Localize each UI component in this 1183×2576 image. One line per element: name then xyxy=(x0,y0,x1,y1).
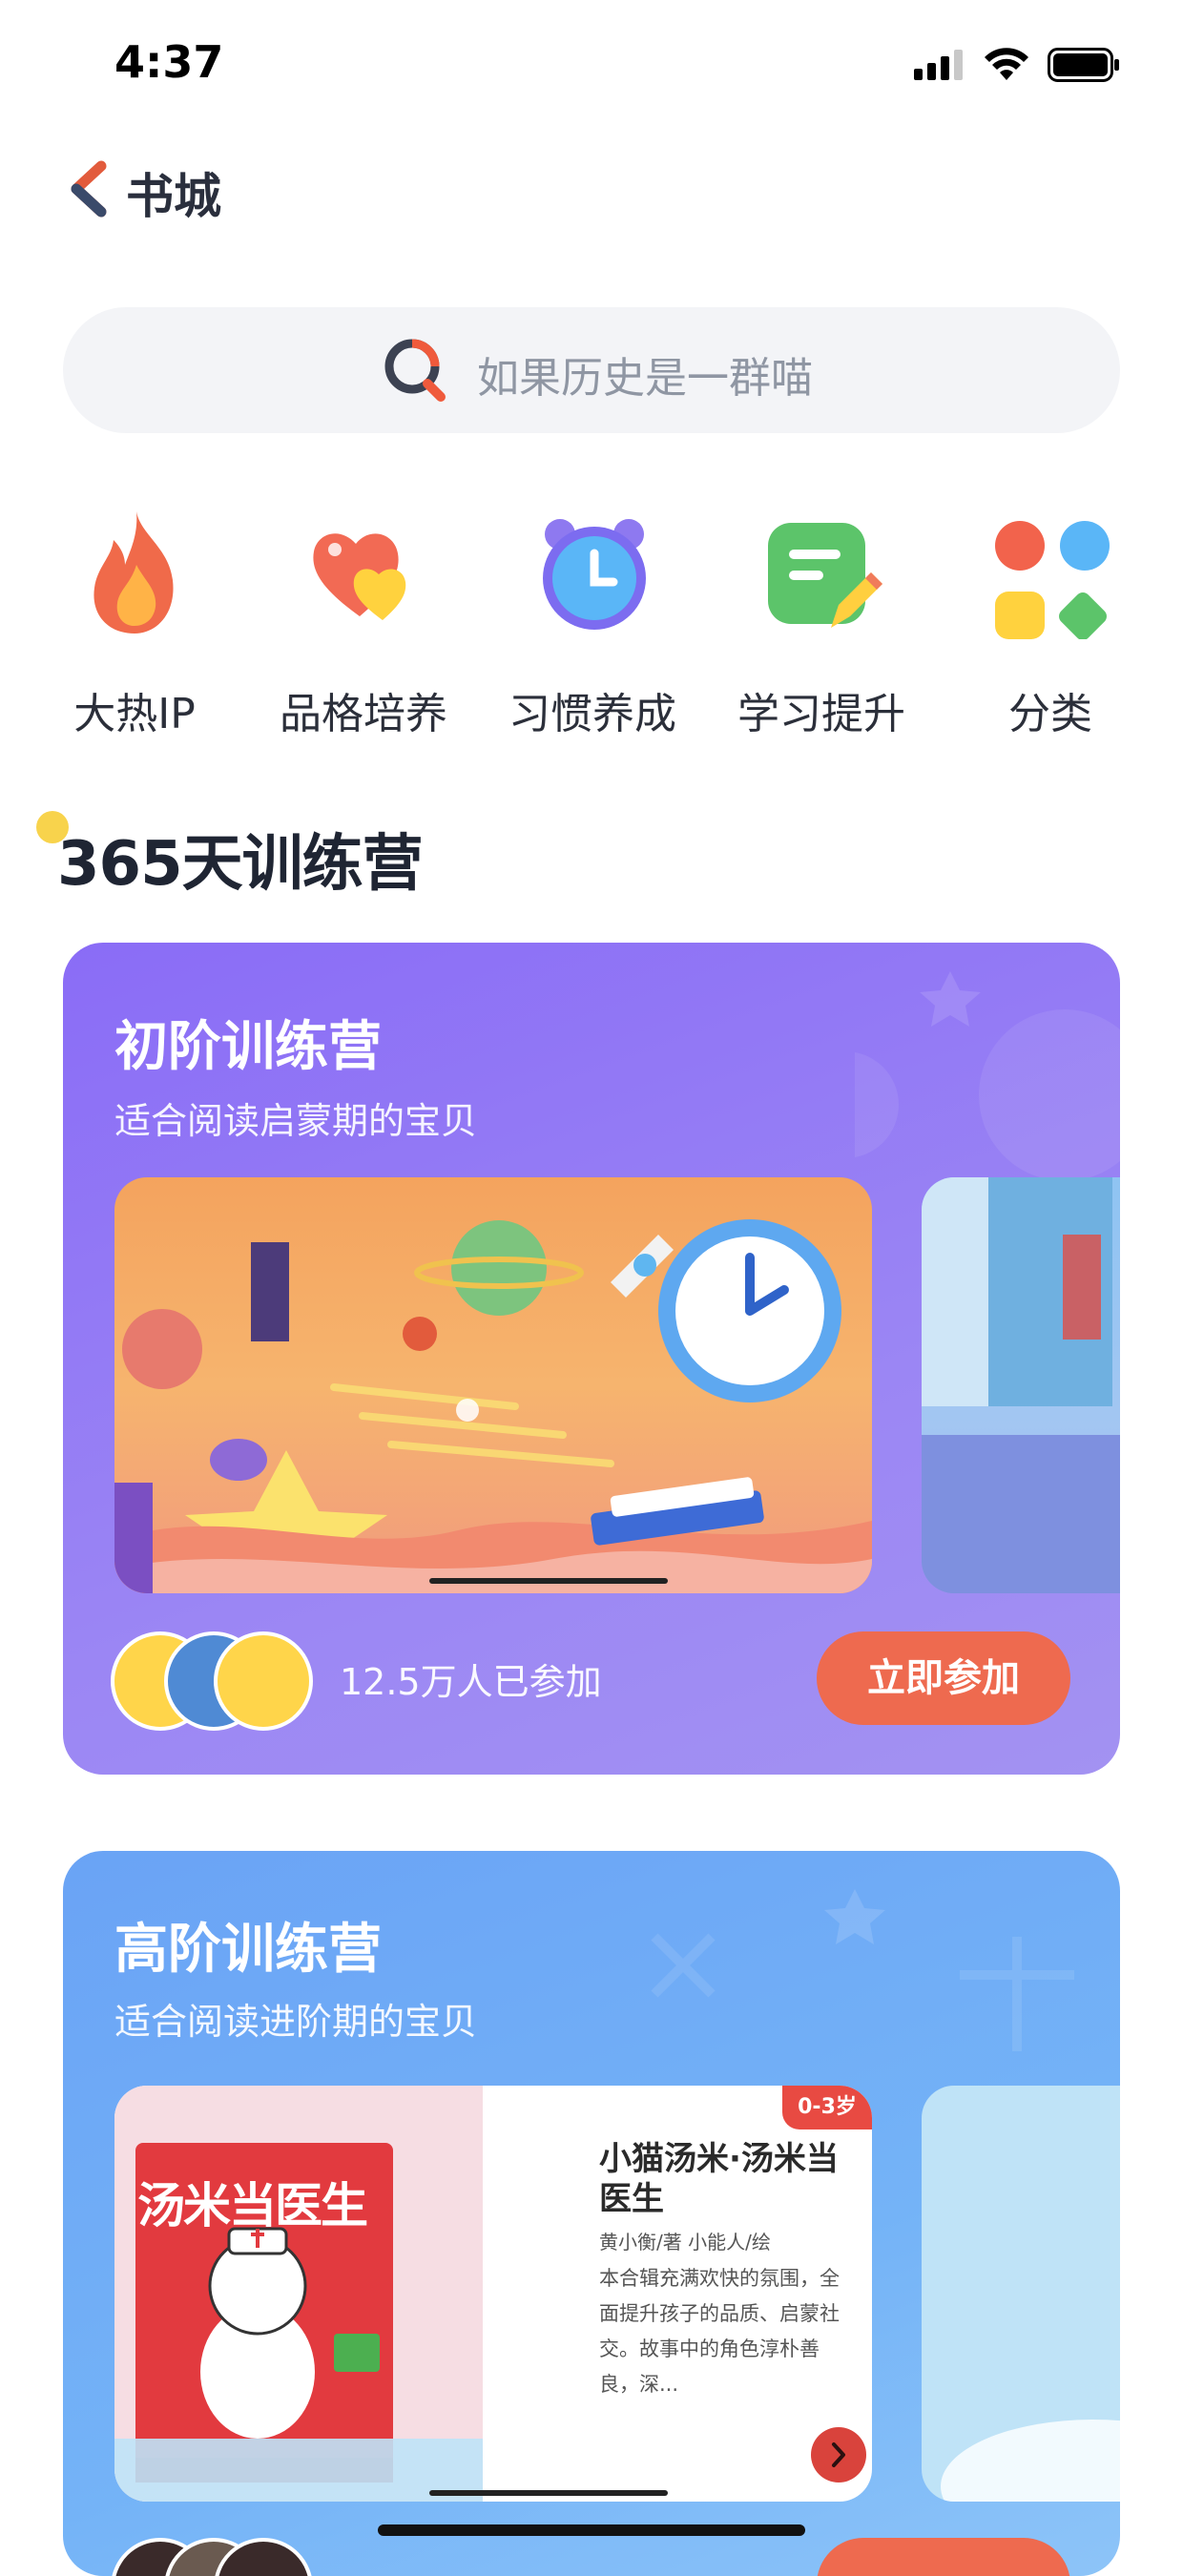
chevron-right-icon[interactable] xyxy=(811,2427,866,2483)
search-placeholder: 如果历史是一群喵 xyxy=(477,354,813,403)
book-slide[interactable]: 汤米当医生 小猫汤米·汤米当医生 黄小衡/著 小能人/绘 本合辑充满欢快的氛围，… xyxy=(114,2086,872,2502)
fire-icon xyxy=(93,511,174,634)
camp-title: 高阶训练营 xyxy=(114,1919,382,1981)
page-title: 书城 xyxy=(126,169,221,224)
camp-card-beginner[interactable]: 初阶训练营 适合阅读启蒙期的宝贝 12.5万人已参加 立即参加 xyxy=(63,943,1120,1775)
camp-title: 初阶训练营 xyxy=(114,1016,382,1078)
book-description: 本合辑充满欢快的氛围，全面提升孩子的品质、启蒙社交。故事中的角色淳朴善良，深..… xyxy=(599,2267,840,2396)
hearts-icon xyxy=(313,533,406,620)
section-title: 365天训练营 xyxy=(57,829,424,900)
join-button[interactable]: 立即参加 xyxy=(817,1631,1070,1725)
category-hot-ip[interactable]: 大热IP xyxy=(34,506,235,754)
camp-subtitle: 适合阅读启蒙期的宝贝 xyxy=(114,1100,478,1142)
avatar xyxy=(214,1631,313,1731)
camp-subtitle: 适合阅读进阶期的宝贝 xyxy=(114,2001,478,2043)
book-cover-image xyxy=(114,2143,483,2502)
category-character[interactable]: 品格培养 xyxy=(263,506,464,754)
slide-scroll-indicator xyxy=(429,2490,668,2496)
cellular-signal-icon xyxy=(914,50,963,80)
book-title: 小猫汤米·汤米当医生 xyxy=(599,2140,839,2218)
category-study[interactable]: 学习提升 xyxy=(721,506,922,754)
book-slide-next[interactable] xyxy=(922,2086,1120,2502)
category-all[interactable]: 分类 xyxy=(950,506,1151,754)
book-cover-peek xyxy=(941,2420,1120,2502)
search-icon xyxy=(384,339,446,402)
book-cover-panel: 汤米当医生 xyxy=(114,2086,483,2502)
participant-avatars xyxy=(111,2538,313,2576)
camp-slide-next[interactable] xyxy=(922,1177,1120,1593)
book-author: 黄小衡/著 小能人/绘 xyxy=(599,2231,771,2254)
back-button[interactable] xyxy=(67,160,109,218)
wifi-icon xyxy=(985,48,1028,80)
decorative-icon xyxy=(651,1889,1074,2051)
participant-avatars xyxy=(111,1631,313,1731)
age-badge: 0-3岁 xyxy=(782,2086,872,2129)
join-button[interactable] xyxy=(817,2538,1070,2576)
slide-scroll-indicator xyxy=(429,1578,668,1584)
status-time: 4:37 xyxy=(114,36,224,88)
room-illustration xyxy=(922,1177,1120,1593)
space-illustration xyxy=(114,1219,872,1593)
alarm-clock-icon xyxy=(543,519,646,630)
book-cover-title: 汤米当医生 xyxy=(137,2178,368,2233)
battery-icon xyxy=(1048,48,1119,82)
grid-icon xyxy=(995,521,1110,639)
decorative-icon xyxy=(855,971,1120,1181)
camp-slide[interactable] xyxy=(114,1177,872,1593)
joined-count: 12.5万人已参加 xyxy=(340,1661,602,1703)
camp-card-advanced[interactable]: 高阶训练营 适合阅读进阶期的宝贝 汤米当医生 小猫汤米·汤米当医生 黄小衡/著 … xyxy=(63,1851,1120,2576)
home-indicator xyxy=(378,2524,805,2536)
notepad-pencil-icon xyxy=(768,523,882,628)
category-habit[interactable]: 习惯养成 xyxy=(492,506,693,754)
